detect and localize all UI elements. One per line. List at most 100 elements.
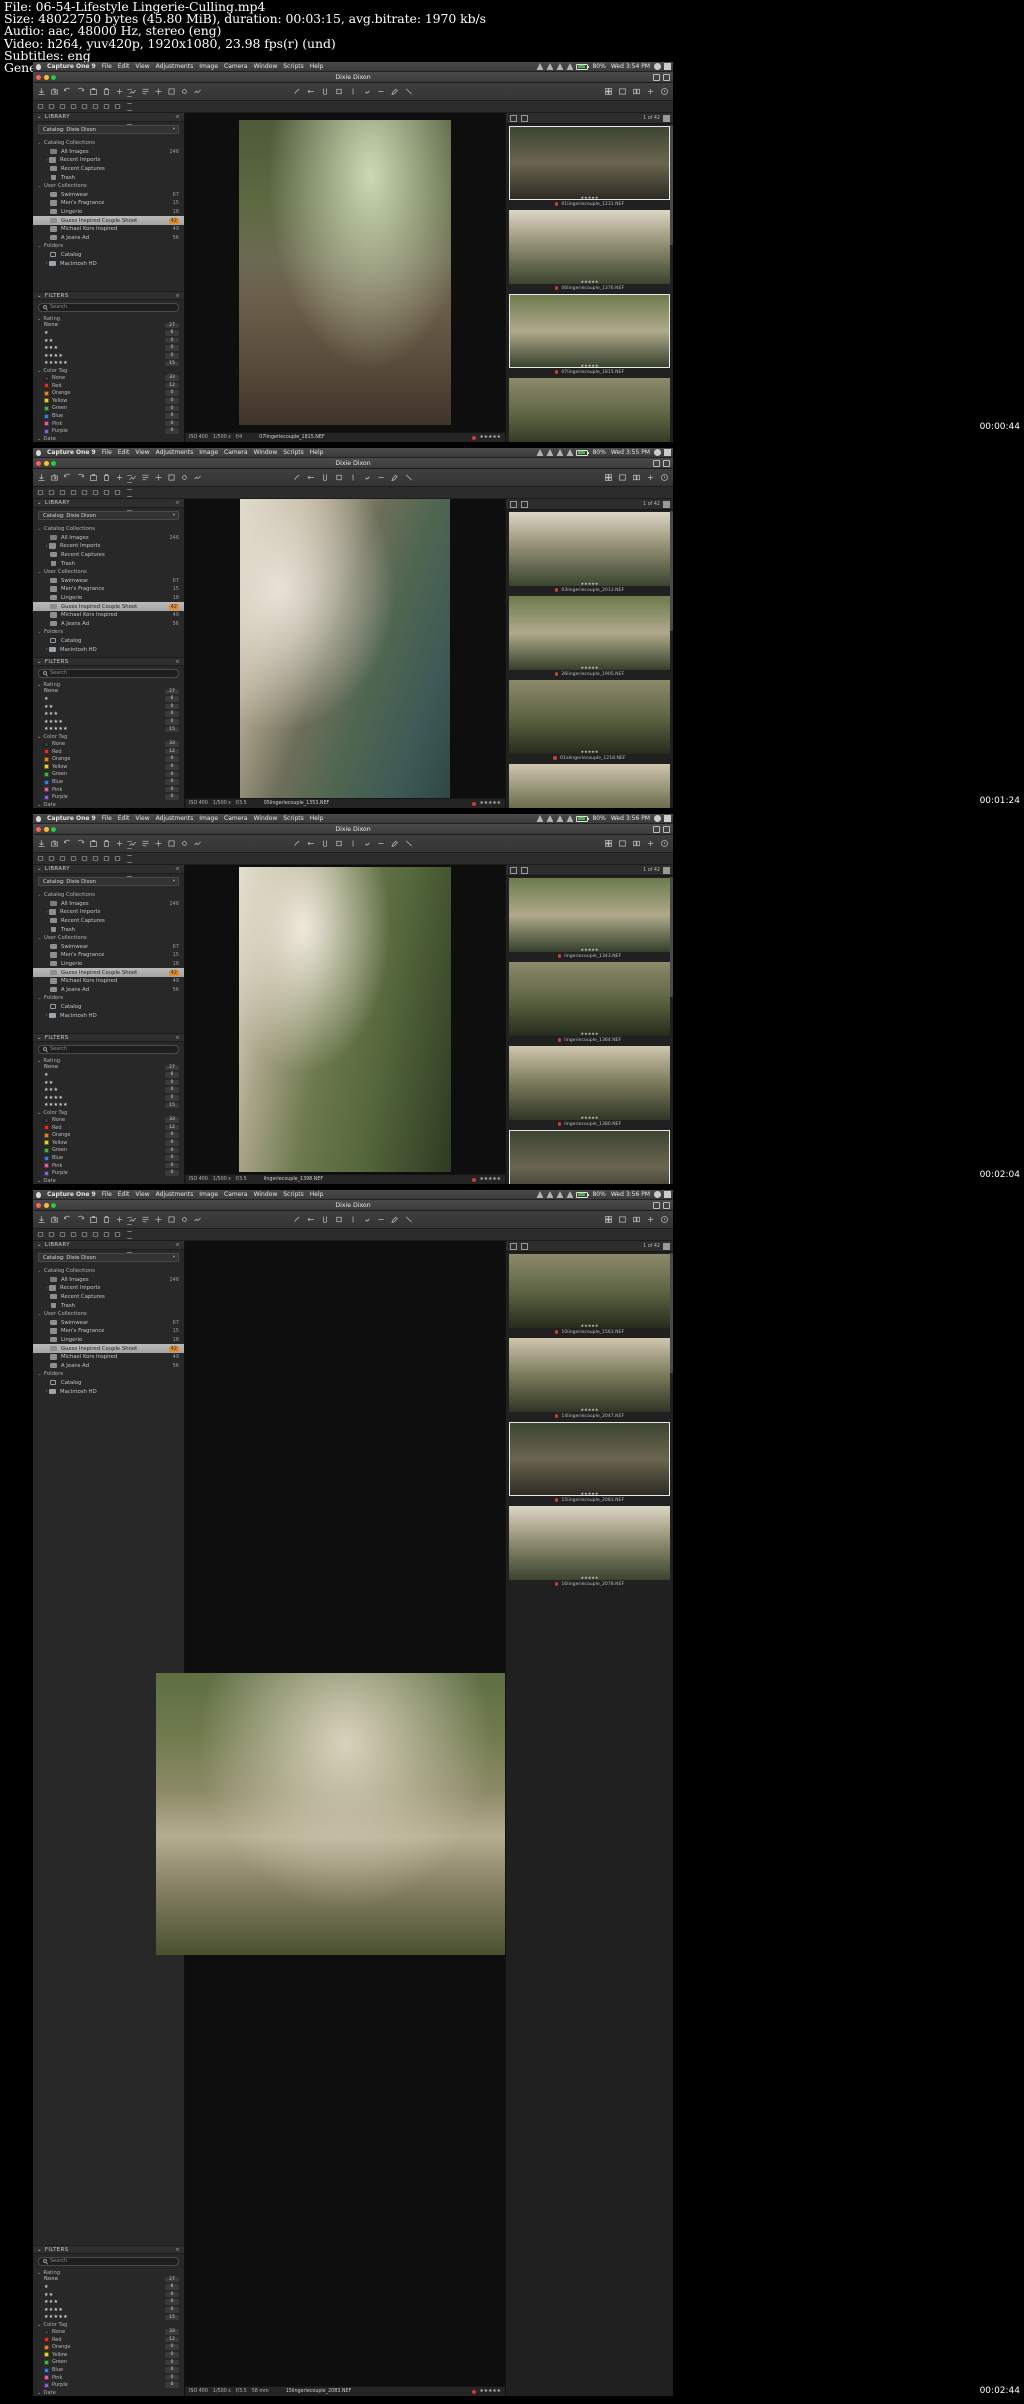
sidebar-item-a-jeans-ad[interactable]: A Jeans Ad 56	[33, 986, 184, 995]
capture-icon[interactable]	[50, 1215, 59, 1224]
bluetooth-icon[interactable]	[546, 449, 554, 456]
viewer-shutter[interactable]: 1/500 s	[213, 435, 231, 440]
viewer-filename[interactable]: 15lingeriecouple_2083.NEF	[286, 2389, 352, 2394]
sidebar-item-recent-captures[interactable]: Recent Captures	[33, 1293, 184, 1302]
notification-center-icon[interactable]	[664, 815, 671, 822]
sidebar-item-all-images[interactable]: All Images 246	[33, 148, 184, 157]
filter-color-green[interactable]: Green 0	[33, 405, 184, 413]
viewer-iso[interactable]: ISO 400	[189, 435, 208, 440]
rotate-right-icon[interactable]	[76, 839, 85, 848]
menu-item-view[interactable]: View	[132, 448, 152, 458]
filter-icon[interactable]	[510, 500, 517, 508]
browser-thumbnail[interactable]: ★★★★★ 06lingeriecouple_1376.NEF	[509, 210, 670, 292]
browser-menu-icon[interactable]	[663, 114, 670, 122]
menu-item-window[interactable]: Window	[251, 448, 281, 458]
graph-icon[interactable]	[193, 473, 202, 482]
filter-color-none[interactable]: None 33	[33, 740, 184, 748]
wifi-icon[interactable]	[556, 63, 564, 70]
brush-icon[interactable]	[293, 1215, 302, 1224]
viewer-iso[interactable]: ISO 400	[189, 1177, 208, 1182]
help-icon[interactable]	[660, 87, 669, 96]
filter-color-red[interactable]: Red 12	[33, 382, 184, 390]
settings-icon[interactable]	[646, 839, 655, 848]
clock-small-icon[interactable]	[81, 103, 88, 110]
fullscreen-icon[interactable]	[663, 459, 670, 467]
menu-item-file[interactable]: File	[99, 448, 115, 458]
thumbnail-rating[interactable]: ★★★★★	[509, 947, 670, 952]
filter-color-blue[interactable]: Blue 0	[33, 1154, 184, 1162]
filter-color-pink[interactable]: Pink 0	[33, 786, 184, 794]
catalog-selector[interactable]: Catalog: Dixie Dixon ▾	[38, 511, 179, 520]
split-view-icon[interactable]	[632, 87, 641, 96]
crosshair-icon[interactable]	[154, 473, 163, 482]
color-tag-section-label[interactable]: ⌄ Color Tag	[33, 733, 184, 740]
filter-color-blue[interactable]: Blue 0	[33, 2366, 184, 2374]
viewer-aperture[interactable]: f/3.5	[236, 2389, 247, 2394]
menu-item-help[interactable]: Help	[307, 448, 327, 458]
share-icon[interactable]	[653, 459, 660, 467]
graph-icon[interactable]	[193, 1215, 202, 1224]
info-small-icon[interactable]	[92, 103, 99, 110]
minimize-button[interactable]	[43, 460, 49, 466]
sidebar-item-guess-inspired-couple-shoot[interactable]: Guess Inspired Couple Shoot 42	[33, 968, 184, 977]
menu-item-view[interactable]: View	[132, 814, 152, 824]
camera-small-icon[interactable]	[48, 1231, 55, 1238]
menu-item-scripts[interactable]: Scripts	[280, 62, 307, 72]
menu-item-image[interactable]: Image	[196, 1190, 221, 1200]
thumbnail-rating[interactable]: ★★★★★	[509, 1323, 670, 1328]
camera-small-icon[interactable]	[48, 855, 55, 862]
settings-icon[interactable]	[646, 1215, 655, 1224]
color-tag-indicator[interactable]	[472, 2389, 477, 2394]
menu-item-camera[interactable]: Camera	[221, 62, 251, 72]
folder-small-icon[interactable]	[37, 855, 44, 862]
collections-group-2[interactable]: ⌄ Folders	[33, 628, 184, 637]
browser-thumbnail[interactable]: ★★★★★ lingeriecouple_1343.NEF	[509, 878, 670, 960]
wb-icon[interactable]	[126, 86, 133, 93]
exposure-icon[interactable]	[126, 845, 133, 852]
volume-icon[interactable]	[566, 1191, 574, 1198]
panel-menu-icon[interactable]: ≡	[175, 114, 180, 120]
spot-icon[interactable]	[363, 473, 372, 482]
sidebar-item-trash[interactable]: Trash	[33, 1301, 184, 1310]
star-rating-widget[interactable]: ★★★★★	[479, 801, 501, 806]
maximize-button[interactable]	[51, 74, 56, 80]
dropbox-icon[interactable]	[536, 815, 544, 822]
close-button[interactable]	[36, 826, 41, 832]
share-icon[interactable]	[653, 1201, 660, 1209]
filter-color-orange[interactable]: Orange 0	[33, 1131, 184, 1139]
fullscreen-icon[interactable]	[663, 1201, 670, 1209]
wb-icon[interactable]	[126, 472, 133, 479]
browser-scrollbar[interactable]	[669, 877, 673, 997]
filters-panel-header[interactable]: ⌄ FILTERS ≡	[33, 291, 184, 301]
filter-rating-1[interactable]: ★ 6	[33, 329, 184, 337]
crop-icon[interactable]	[321, 473, 330, 482]
settings-icon[interactable]	[646, 473, 655, 482]
catalog-selector[interactable]: Catalog: Dixie Dixon ▾	[38, 125, 179, 134]
filter-icon[interactable]	[510, 1242, 517, 1250]
filters-panel-header[interactable]: ⌄ FILTERS ≡	[33, 1033, 184, 1043]
thumbnail-rating[interactable]: ★★★★★	[509, 749, 670, 754]
menu-item-view[interactable]: View	[132, 62, 152, 72]
metadata-small-icon[interactable]	[114, 489, 121, 496]
filter-rating-5[interactable]: ★★★★★ 15	[33, 360, 184, 368]
tag-small-icon[interactable]	[70, 489, 77, 496]
star-rating-widget[interactable]: ★★★★★	[479, 1177, 501, 1182]
menu-item-help[interactable]: Help	[307, 62, 327, 72]
panel-menu-icon[interactable]: ≡	[175, 866, 180, 872]
brush-icon[interactable]	[293, 87, 302, 96]
browser-thumbnail[interactable]: ★★★★★ 03lingeriecouple_2013.NEF	[509, 512, 670, 594]
rating-section-label[interactable]: ⌄ Rating	[33, 315, 184, 322]
filter-color-yellow[interactable]: Yellow 0	[33, 1139, 184, 1147]
filter-color-green[interactable]: Green 0	[33, 1147, 184, 1155]
browser-thumbnail[interactable]: ★★★★★ lingeriecouple_1380.NEF	[509, 1046, 670, 1128]
sidebar-item-michael-kors-inspired[interactable]: Michael Kors Inspired 49	[33, 225, 184, 234]
color-tag-section-label[interactable]: ⌄ Color Tag	[33, 2321, 184, 2328]
viewer-shutter[interactable]: 1/500 s	[213, 2389, 231, 2394]
split-view-icon[interactable]	[632, 473, 641, 482]
share-icon[interactable]	[653, 825, 660, 833]
info-small-icon[interactable]	[92, 489, 99, 496]
rating-section-label[interactable]: ⌄ Rating	[33, 2269, 184, 2276]
close-button[interactable]	[36, 460, 41, 466]
browser-thumbnail[interactable]: ★★★★★08lingeriecouple_1737.NEF	[509, 378, 670, 442]
thumbnail-rating[interactable]: ★★★★★	[509, 581, 670, 586]
